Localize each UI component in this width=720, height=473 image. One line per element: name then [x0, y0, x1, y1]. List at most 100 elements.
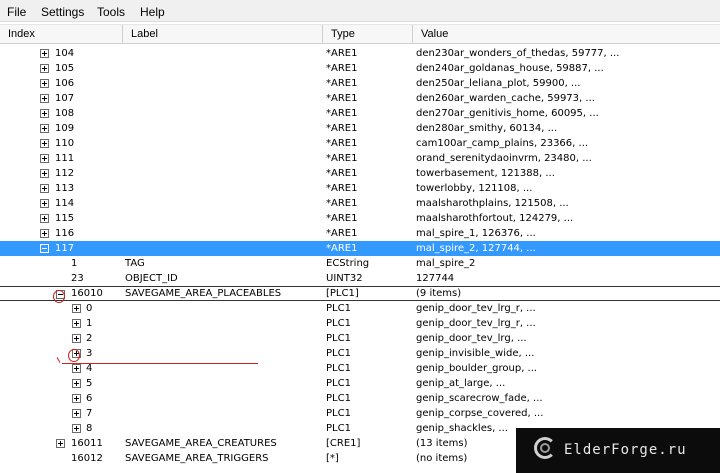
expand-icon[interactable] [40, 214, 49, 223]
expand-icon[interactable] [72, 319, 81, 328]
tree-row-type: *ARE1 [326, 243, 358, 254]
tree-row-type: *ARE1 [326, 168, 358, 179]
tree-row[interactable]: 7 PLC1 genip_corpse_covered, ... [0, 406, 720, 421]
tree-row[interactable]: 115 *ARE1 maalsharothfortout, 124279, ... [0, 211, 720, 226]
column-header-index[interactable]: Index [0, 25, 123, 44]
tree-row-type: *ARE1 [326, 123, 358, 134]
tree-row[interactable]: 1 PLC1 genip_door_tev_lrg_r, ... [0, 316, 720, 331]
column-header-type[interactable]: Type [323, 25, 413, 44]
expand-icon[interactable] [72, 334, 81, 343]
tree-row-label: SAVEGAME_AREA_TRIGGERS [125, 453, 269, 464]
tree-row[interactable]: 3 PLC1 genip_invisible_wide, ... [0, 346, 720, 361]
tree-row-index: 1 [86, 318, 93, 329]
tree-row-value: genip_scarecrow_fade, ... [416, 393, 543, 404]
tree-row-type: *ARE1 [326, 153, 358, 164]
tree-row-value: genip_at_large, ... [416, 378, 506, 389]
tree-row[interactable]: 108 *ARE1 den270ar_genitivis_home, 60095, … [0, 106, 720, 121]
tree-row-value: genip_shackles, ... [416, 423, 508, 434]
expand-icon[interactable] [56, 439, 65, 448]
tree-row-index: 106 [55, 78, 75, 89]
tree-row[interactable]: 112 *ARE1 towerbasement, 121388, ... [0, 166, 720, 181]
column-header-value[interactable]: Value [413, 25, 720, 44]
tree-row-type: *ARE1 [326, 48, 358, 59]
tree-row-index: 16012 [71, 453, 103, 464]
tree-row[interactable]: 5 PLC1 genip_at_large, ... [0, 376, 720, 391]
tree-row-value: den260ar_warden_cache, 59973, ... [416, 93, 595, 104]
expand-icon[interactable] [40, 184, 49, 193]
expand-icon[interactable] [72, 379, 81, 388]
expand-icon[interactable] [40, 49, 49, 58]
expand-icon[interactable] [40, 94, 49, 103]
tree-row-index: 23 [71, 273, 84, 284]
tree-row-value: towerbasement, 121388, ... [416, 168, 555, 179]
collapse-icon[interactable] [40, 244, 49, 253]
expand-icon[interactable] [40, 109, 49, 118]
annotation-underline [62, 363, 258, 364]
expand-icon[interactable] [40, 124, 49, 133]
menu-bar: File Settings Tools Help [0, 0, 720, 22]
menu-help[interactable]: Help [140, 5, 165, 19]
tree-row-value: (no items) [416, 453, 468, 464]
tree-row[interactable]: 2 PLC1 genip_door_tev_lrg, ... [0, 331, 720, 346]
tree-row-type: *ARE1 [326, 198, 358, 209]
tree-row-value: towerlobby, 121108, ... [416, 183, 533, 194]
expand-icon[interactable] [40, 154, 49, 163]
tree-row[interactable]: 117 *ARE1 mal_spire_2, 127744, ... [0, 241, 720, 256]
tree-row[interactable]: 113 *ARE1 towerlobby, 121108, ... [0, 181, 720, 196]
tree-row-value: genip_door_tev_lrg_r, ... [416, 303, 536, 314]
tree-row-type: PLC1 [326, 333, 351, 344]
tree-row[interactable]: 110 *ARE1 cam100ar_camp_plains, 23366, ... [0, 136, 720, 151]
expand-icon[interactable] [72, 304, 81, 313]
tree-row-index: 3 [86, 348, 93, 359]
expand-icon[interactable] [40, 229, 49, 238]
tree-row-value: cam100ar_camp_plains, 23366, ... [416, 138, 589, 149]
menu-file[interactable]: File [7, 5, 26, 19]
menu-tools[interactable]: Tools [97, 5, 125, 19]
tree-row-value: genip_door_tev_lrg, ... [416, 333, 527, 344]
tree-row-value: (9 items) [416, 288, 462, 299]
tree-row-index: 111 [55, 153, 75, 164]
tree-row-value: genip_invisible_wide, ... [416, 348, 535, 359]
tree-row-index: 6 [86, 393, 93, 404]
expand-icon[interactable] [72, 424, 81, 433]
tree-row-index: 110 [55, 138, 75, 149]
tree-row-value: (13 items) [416, 438, 468, 449]
menu-settings[interactable]: Settings [41, 5, 84, 19]
tree-row[interactable]: 114 *ARE1 maalsharothplains, 121508, ... [0, 196, 720, 211]
tree-row-type: [CRE1] [326, 438, 361, 449]
tree-row[interactable]: 109 *ARE1 den280ar_smithy, 60134, ... [0, 121, 720, 136]
tree-row-value: den230ar_wonders_of_thedas, 59777, ... [416, 48, 620, 59]
tree-row-index: 116 [55, 228, 75, 239]
expand-icon[interactable] [72, 364, 81, 373]
tree-row-type: *ARE1 [326, 93, 358, 104]
expand-icon[interactable] [40, 79, 49, 88]
tree-row[interactable]: 104 *ARE1 den230ar_wonders_of_thedas, 5977… [0, 46, 720, 61]
tree-row-index: 115 [55, 213, 75, 224]
tree-row-type: PLC1 [326, 408, 351, 419]
tree-row[interactable]: 23 OBJECT_ID UINT32 127744 [0, 271, 720, 286]
expand-icon[interactable] [72, 409, 81, 418]
expand-icon[interactable] [40, 139, 49, 148]
expand-icon[interactable] [72, 394, 81, 403]
expand-icon[interactable] [40, 169, 49, 178]
tree-row[interactable]: 1 TAG ECString mal_spire_2 [0, 256, 720, 271]
expand-icon[interactable] [40, 64, 49, 73]
tree-row[interactable]: 16010 SAVEGAME_AREA_PLACEABLES [PLC1] (9 it… [0, 286, 720, 301]
tree-row-type: *ARE1 [326, 108, 358, 119]
tree-row-value: orand_serenitydaoinvrm, 23480, ... [416, 153, 592, 164]
tree-row[interactable]: 0 PLC1 genip_door_tev_lrg_r, ... [0, 301, 720, 316]
column-header-label[interactable]: Label [123, 25, 323, 44]
tree-row-value: den240ar_goldanas_house, 59887, ... [416, 63, 604, 74]
tree-row[interactable]: 116 *ARE1 mal_spire_1, 126376, ... [0, 226, 720, 241]
tree-row-index: 7 [86, 408, 93, 419]
tree-row-type: *ARE1 [326, 63, 358, 74]
tree-row-type: [PLC1] [326, 288, 359, 299]
tree-row[interactable]: 105 *ARE1 den240ar_goldanas_house, 59887, … [0, 61, 720, 76]
tree-row[interactable]: 6 PLC1 genip_scarecrow_fade, ... [0, 391, 720, 406]
tree-row[interactable]: 107 *ARE1 den260ar_warden_cache, 59973, ..… [0, 91, 720, 106]
tree-row[interactable]: 106 *ARE1 den250ar_leliana_plot, 59900, ..… [0, 76, 720, 91]
expand-icon[interactable] [40, 199, 49, 208]
tree-view[interactable]: 104 *ARE1 den230ar_wonders_of_thedas, 5977… [0, 46, 720, 473]
tree-row[interactable]: 111 *ARE1 orand_serenitydaoinvrm, 23480, .… [0, 151, 720, 166]
watermark: ElderForge.ru [516, 428, 720, 473]
